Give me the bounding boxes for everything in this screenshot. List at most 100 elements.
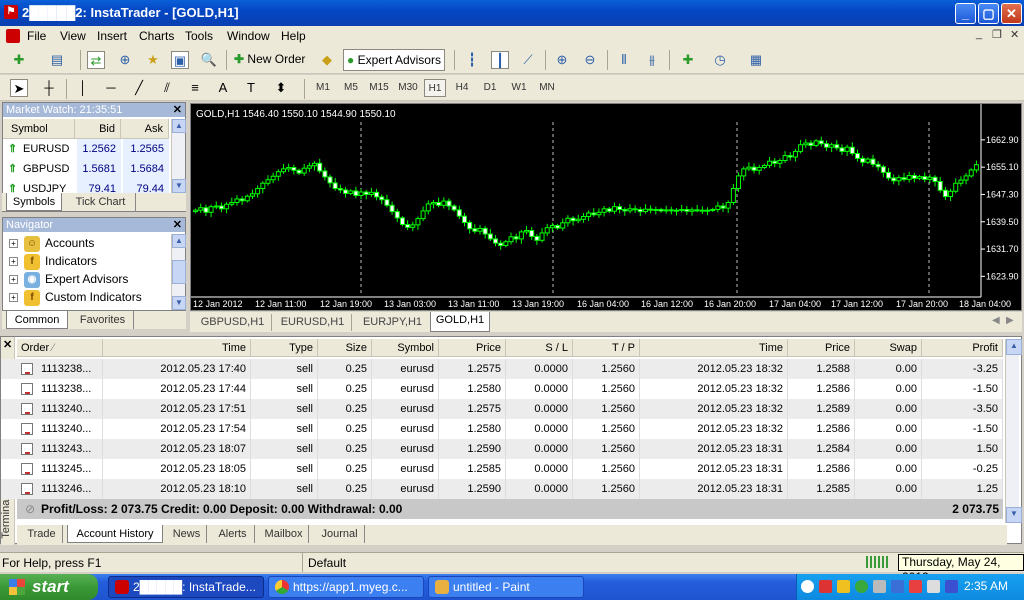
table-row[interactable]: 1113240... 2012.05.23 17:51 sell 0.25 eurusd… [1,399,1003,419]
column-header-type[interactable]: Type [251,339,318,357]
column-header-stop-loss[interactable]: S / L [506,339,573,357]
market-watch-close-icon[interactable]: ✕ [173,103,182,117]
scroll-down-icon[interactable]: ▼ [1006,507,1022,523]
table-row[interactable]: 1113245... 2012.05.23 18:05 sell 0.25 eurusd… [1,459,1003,479]
connection-status-icon[interactable] [866,556,890,568]
equidistant-channel-icon[interactable]: ⫽ [158,79,176,97]
scroll-down-icon[interactable]: ▼ [172,179,186,193]
trendline-icon[interactable]: ╱ [130,79,148,97]
minimize-button[interactable]: _ [955,3,976,24]
column-header-order[interactable]: Order ⁄ [17,339,103,357]
expand-icon[interactable]: + [9,257,18,267]
tab-mailbox[interactable]: Mailbox [259,525,309,543]
tray-alert-icon[interactable] [909,580,922,593]
menu-tools[interactable]: Tools [185,29,213,43]
tab-common[interactable]: Common [6,311,68,329]
column-header-take-profit[interactable]: T / P [573,339,640,357]
expand-icon[interactable]: + [9,275,18,285]
market-watch-row[interactable]: ⇑ USDJPY 79.41 79.44 [3,179,169,193]
tab-news[interactable]: News [167,525,207,543]
strategy-tester-icon[interactable]: 🔍 [200,51,218,69]
column-header-close-price[interactable]: Price [788,339,855,357]
tab-account-history[interactable]: Account History [67,525,163,543]
vertical-line-icon[interactable]: │ [74,79,92,97]
timeframe-h4[interactable]: H4 [451,79,473,97]
tab-favorites[interactable]: Favorites [72,311,134,329]
navigator-icon[interactable]: ★ [144,51,162,69]
tab-symbols[interactable]: Symbols [6,193,62,211]
bar-chart-icon[interactable]: ┇ [463,51,481,69]
taskbar-item-instatrader[interactable]: 2█████: InstaTrade... [108,576,264,598]
menu-help[interactable]: Help [281,29,306,43]
tray-shield-icon[interactable] [837,580,850,593]
tab-journal[interactable]: Journal [315,525,365,543]
chart-canvas[interactable]: GOLD,H1 1546.40 1550.10 1544.90 1550.10 … [191,104,1021,310]
expand-icon[interactable]: + [9,293,18,303]
terminal-scrollbar[interactable]: ▲ ▼ [1005,339,1022,523]
column-header-symbol[interactable]: Symbol [372,339,439,357]
menu-insert[interactable]: Insert [97,29,127,43]
market-watch-scrollbar[interactable]: ▲ ▼ [171,119,186,193]
navigator-scrollbar[interactable]: ▲ ▼ [171,234,186,310]
tray-battery-icon[interactable] [945,580,958,593]
timeframe-d1[interactable]: D1 [479,79,501,97]
timeframe-mn[interactable]: MN [535,79,559,97]
market-watch-row[interactable]: ⇑ EURUSD 1.2562 1.2565 [3,139,169,159]
mdi-close-icon[interactable]: ✕ [1010,28,1019,41]
timeframe-m30[interactable]: M30 [395,79,421,97]
timeframe-h1[interactable]: H1 [424,79,446,97]
chart-tab-eurusd[interactable]: EURUSD,H1 [274,314,352,331]
column-header-size[interactable]: Size [318,339,372,357]
horizontal-line-icon[interactable]: ─ [102,79,120,97]
column-header-open-time[interactable]: Time [103,339,251,357]
tab-trade[interactable]: Trade [21,525,63,543]
expert-advisors-button[interactable]: ● Expert Advisors [343,49,445,71]
terminal-icon[interactable]: ▣ [171,51,189,69]
text-label-icon[interactable]: T [242,79,260,97]
start-button[interactable]: start [0,574,98,600]
scroll-up-icon[interactable]: ▲ [1006,339,1022,355]
chart-tab-eurjpy[interactable]: EURJPY,H1 [354,314,432,331]
mdi-restore-icon[interactable]: ❐ [992,28,1002,41]
tray-monitor-icon[interactable] [891,580,904,593]
table-row[interactable]: 1113243... 2012.05.23 18:07 sell 0.25 eurusd… [1,439,1003,459]
scroll-up-icon[interactable]: ▲ [172,119,186,133]
chart-tab-gold[interactable]: GOLD,H1 [430,312,490,332]
tray-network-icon[interactable] [873,580,886,593]
column-header-symbol[interactable]: Symbol [3,119,75,139]
menu-window[interactable]: Window [227,29,270,43]
maximize-button[interactable]: ▢ [978,3,999,24]
tab-alerts[interactable]: Alerts [211,525,255,543]
periods-icon[interactable]: ◷ [711,51,729,69]
navigator-item-expert-advisors[interactable]: + ◉ Expert Advisors [9,270,128,288]
taskbar-item-browser[interactable]: https://app1.myeg.c... [268,576,424,598]
timeframe-m5[interactable]: M5 [339,79,363,97]
tab-scroll-left-icon[interactable]: ◀ [992,315,1000,326]
timeframe-m1[interactable]: M1 [312,79,334,97]
document-icon[interactable] [6,29,20,43]
title-bar[interactable]: ⚑ 2█████2: InstaTrader - [GOLD,H1] _ ▢ ✕ [0,0,1024,26]
timeframe-w1[interactable]: W1 [507,79,531,97]
column-header-bid[interactable]: Bid [75,119,121,139]
tray-volume-icon[interactable] [927,580,940,593]
chart-window[interactable]: GOLD,H1 1546.40 1550.10 1544.90 1550.10 … [190,103,1022,311]
profiles-icon[interactable]: ▤ [48,51,66,69]
candlesticks-icon[interactable]: ┃ [491,51,509,69]
tray-expand-icon[interactable] [801,580,814,593]
app-icon[interactable]: ⚑ [4,5,18,19]
tray-antivirus-icon[interactable] [819,580,832,593]
scroll-up-icon[interactable]: ▲ [172,234,186,248]
tray-security-icon[interactable] [855,580,868,593]
navigator-item-accounts[interactable]: + ☺ Accounts [9,234,94,252]
tile-windows-icon[interactable]: ⫴ [615,51,633,69]
zoom-out-icon[interactable]: ⊖ [581,51,599,69]
cursor-icon[interactable]: ➤ [10,79,28,97]
table-row[interactable]: 1113240... 2012.05.23 17:54 sell 0.25 eurusd… [1,419,1003,439]
new-order-button[interactable]: ✚ New Order [234,52,305,66]
column-header-profit[interactable]: Profit [922,339,1003,357]
column-header-open-price[interactable]: Price [439,339,506,357]
column-header-ask[interactable]: Ask [121,119,169,139]
taskbar-item-paint[interactable]: untitled - Paint [428,576,584,598]
indicators-list-icon[interactable]: ✚ [679,51,697,69]
chart-shift-icon[interactable]: ⫵ [643,51,661,69]
